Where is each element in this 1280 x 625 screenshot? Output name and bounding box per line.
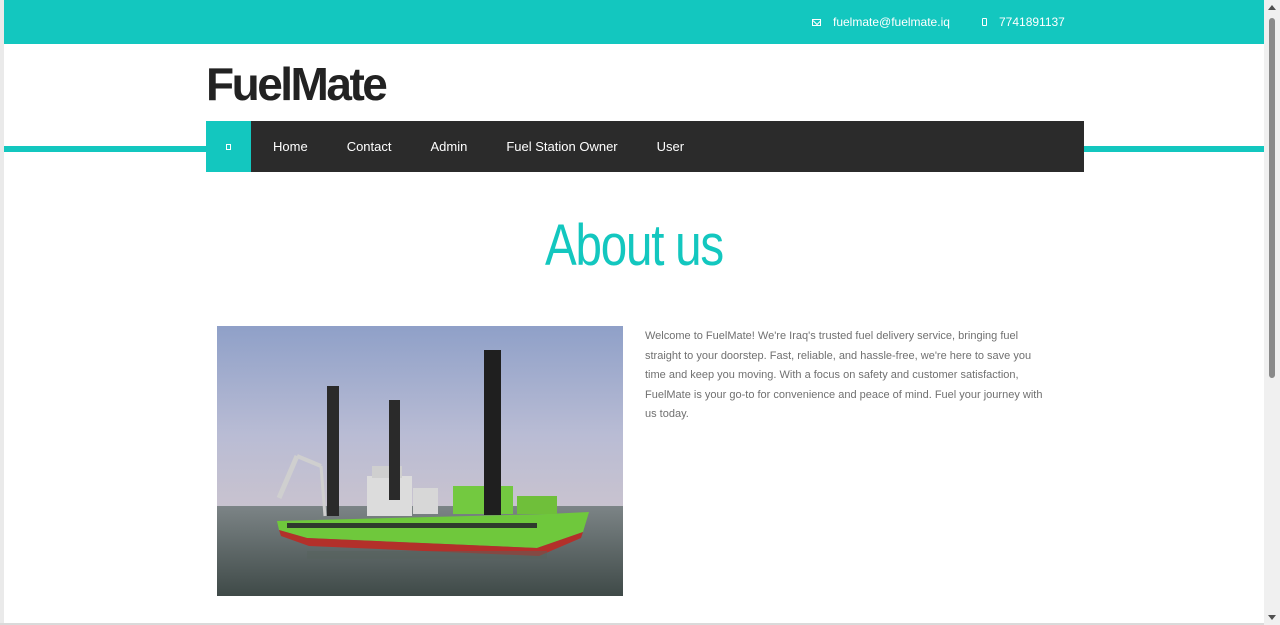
contact-email[interactable]: fuelmate@fuelmate.iq [812,0,950,44]
envelope-icon [812,18,821,26]
page-title: About us [545,213,724,278]
phone-icon [982,18,987,26]
home-icon [226,143,231,150]
nav-item-contact[interactable]: Contact [347,139,392,154]
window-edge [0,0,4,625]
phone-text: 7741891137 [999,15,1065,29]
top-contact-bar: fuelmate@fuelmate.iq 7741891137 [4,0,1264,44]
scroll-thumb[interactable] [1269,18,1275,378]
nav-item-admin[interactable]: Admin [431,139,468,154]
main-navigation: Home Contact Admin Fuel Station Owner Us… [206,121,1084,172]
scroll-down-arrow-icon[interactable] [1268,615,1276,620]
fuel-vessel-image [217,326,623,596]
nav-item-fuel-station-owner[interactable]: Fuel Station Owner [506,139,617,154]
vertical-scrollbar[interactable] [1264,0,1280,625]
nav-item-home[interactable]: Home [273,139,308,154]
scroll-up-arrow-icon[interactable] [1268,5,1276,10]
site-logo[interactable]: FuelMate [206,58,388,110]
about-description: Welcome to FuelMate! We're Iraq's truste… [645,330,1043,421]
nav-links: Home Contact Admin Fuel Station Owner Us… [251,121,723,172]
contact-phone[interactable]: 7741891137 [982,0,1065,44]
email-text: fuelmate@fuelmate.iq [833,15,950,29]
nav-item-user[interactable]: User [657,139,684,154]
nav-home-icon-button[interactable] [206,121,251,172]
